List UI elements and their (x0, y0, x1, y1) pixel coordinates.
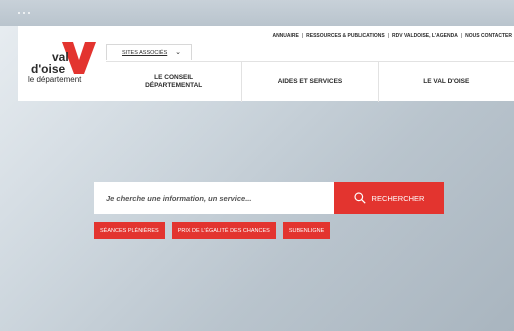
search-button-label: RECHERCHER (371, 193, 425, 203)
nav-item-aides[interactable]: AIDES ET SERVICES (242, 62, 379, 102)
utility-link-annuaire[interactable]: ANNUAIRE (272, 33, 298, 39)
utility-link-agenda[interactable]: RDV VALDOISE, L'AGENDA (392, 33, 458, 39)
sites-associes-label: SITES ASSOCIÉS (122, 49, 168, 56)
browser-top-strip (0, 0, 514, 26)
nav-item-label: LE VAL D'OISE (423, 77, 470, 85)
nav-item-conseil[interactable]: LE CONSEIL DÉPARTEMENTAL (106, 62, 243, 102)
nav-item-label: LE CONSEIL DÉPARTEMENTAL (145, 73, 203, 89)
nav-item-label: AIDES ET SERVICES (277, 77, 343, 85)
utility-separator: | (460, 33, 463, 39)
search-button[interactable]: RECHERCHER (334, 182, 444, 214)
utility-separator: | (387, 33, 389, 39)
chevron-down-icon: ⌄ (175, 49, 181, 56)
quick-link-seances[interactable]: SÉANCES PLÉNIÈRES (94, 222, 165, 239)
quick-link-subenligne[interactable]: SUBENLIGNE (282, 222, 331, 239)
main-nav: LE CONSEIL DÉPARTEMENTAL AIDES ET SERVIC… (106, 61, 514, 102)
utility-separator: | (301, 33, 304, 39)
quick-links: SÉANCES PLÉNIÈRES PRIX DE L'ÉGALITÉ DES … (94, 222, 331, 239)
search-input[interactable] (94, 182, 334, 214)
site-header: val d'oise le département SITES ASSOCIÉS… (18, 26, 514, 102)
nav-item-val-doise[interactable]: LE VAL D'OISE (379, 62, 514, 102)
quick-link-prix-egalite[interactable]: PRIX DE L'ÉGALITÉ DES CHANCES (171, 222, 276, 239)
utility-nav: ANNUAIRE | RESSOURCES & PUBLICATIONS | R… (272, 33, 512, 39)
logo-word-departement: le département (28, 75, 82, 84)
logo-word-doise: d'oise (31, 62, 66, 76)
search-bar: RECHERCHER (94, 182, 444, 214)
site-logo[interactable]: val d'oise le département (24, 40, 104, 88)
utility-link-contact[interactable]: NOUS CONTACTER (465, 33, 512, 39)
utility-link-ressources[interactable]: RESSOURCES & PUBLICATIONS (306, 33, 385, 39)
sites-associes-dropdown[interactable]: SITES ASSOCIÉS ⌄ (106, 44, 192, 60)
search-icon (353, 192, 366, 204)
window-dots (18, 12, 30, 14)
